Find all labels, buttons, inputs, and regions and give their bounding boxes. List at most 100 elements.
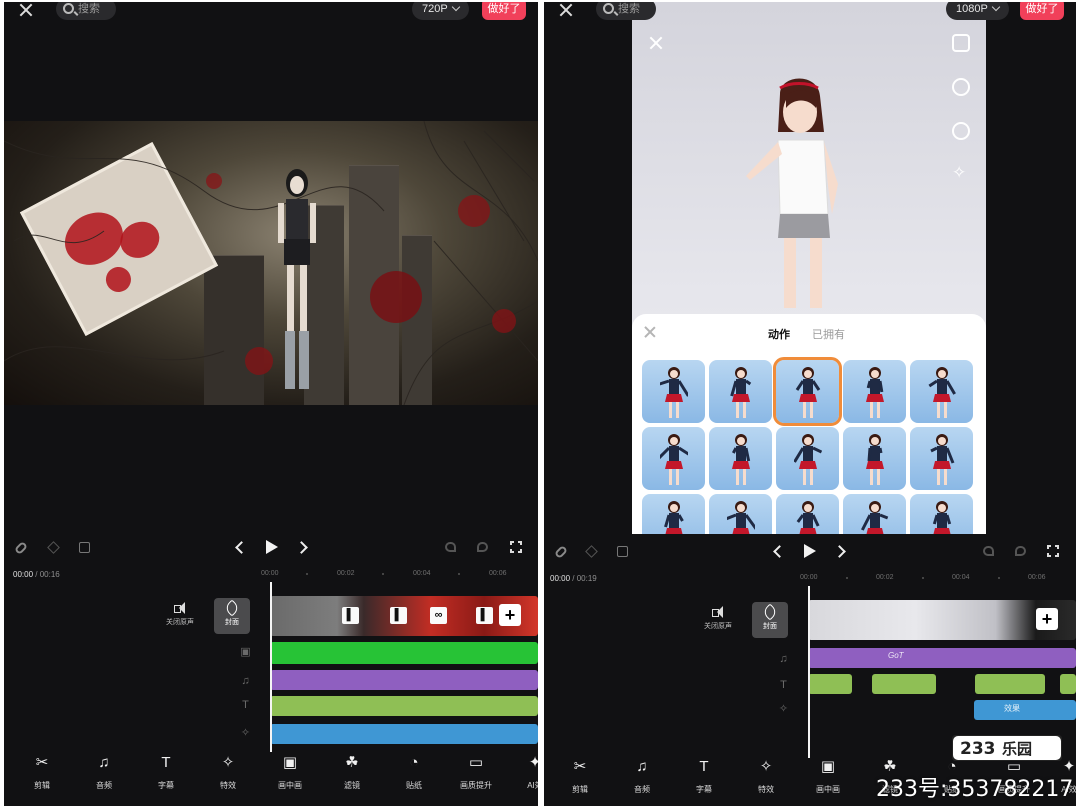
motion-thumbnail[interactable] <box>910 427 973 490</box>
effect-track-icon: ✧ <box>778 703 789 715</box>
motion-thumbnail[interactable] <box>709 360 772 423</box>
text-icon: T <box>699 758 709 775</box>
tool-ai[interactable]: ✦ AI效 <box>510 754 538 791</box>
search-button[interactable]: 搜索 <box>596 2 656 20</box>
text-clip[interactable] <box>975 674 1045 694</box>
tool-quality[interactable]: ▭ 画质提升 <box>451 754 501 791</box>
audio-clip[interactable]: GoT <box>808 648 1076 668</box>
search-button[interactable]: 搜索 <box>56 2 116 20</box>
tool-audio[interactable]: ♫ 音频 <box>79 754 129 791</box>
motion-thumbnail[interactable] <box>709 494 772 534</box>
keyframe-icon[interactable] <box>47 541 60 554</box>
cover-button[interactable]: 封面 <box>752 602 788 638</box>
tool-pip[interactable]: ▣ 画中画 <box>265 754 315 791</box>
close-icon[interactable] <box>558 2 574 18</box>
tool-effects[interactable]: ✧ 特效 <box>203 754 253 791</box>
tool-edit[interactable]: ✂ 剪辑 <box>555 758 605 795</box>
tool-edit[interactable]: ✂ 剪辑 <box>17 754 67 791</box>
effect-clip[interactable]: 效果 <box>974 700 1076 720</box>
undo-icon[interactable] <box>983 546 994 556</box>
motion-thumbnail[interactable] <box>776 494 839 534</box>
tab-owned[interactable]: 已拥有 <box>812 326 845 342</box>
fullscreen-icon[interactable] <box>1046 544 1060 558</box>
edit-icon[interactable] <box>617 546 628 557</box>
mute-original-button[interactable]: 关闭原声 <box>162 602 198 627</box>
motion-thumbnail[interactable] <box>642 427 705 490</box>
top-bar: 搜索 1080P 做好了 <box>544 2 1076 22</box>
transition-marker[interactable]: ▌ <box>476 607 493 624</box>
redo-icon[interactable] <box>477 542 488 552</box>
undo-icon[interactable] <box>445 542 456 552</box>
motion-thumbnail[interactable] <box>776 427 839 490</box>
redo-icon[interactable] <box>1015 546 1026 556</box>
link-icon[interactable] <box>553 544 569 560</box>
motion-thumbnail[interactable] <box>910 494 973 534</box>
link-icon[interactable] <box>13 540 29 556</box>
motion-thumbnail[interactable] <box>642 360 705 423</box>
video-clip[interactable]: ▌ ▌ ∞ ▌ <box>270 596 538 636</box>
current-time: 00:00 <box>550 574 571 583</box>
playhead[interactable] <box>270 582 272 752</box>
mute-original-button[interactable]: 关闭原声 <box>700 606 736 631</box>
motion-thumbnail[interactable] <box>843 360 906 423</box>
resolution-dropdown[interactable]: 720P <box>412 2 469 20</box>
dancer-pose-image <box>796 501 820 534</box>
text-clip[interactable] <box>872 674 936 694</box>
effect-clip[interactable] <box>270 724 538 744</box>
background-icon[interactable] <box>952 34 970 52</box>
playhead[interactable] <box>808 586 810 758</box>
audio-clip[interactable] <box>270 670 538 690</box>
pip-clip[interactable] <box>270 642 538 664</box>
export-button[interactable]: 做好了 <box>482 2 526 20</box>
transition-marker[interactable]: ▌ <box>342 607 359 624</box>
fullscreen-icon[interactable] <box>509 540 523 554</box>
tool-text[interactable]: T 字幕 <box>141 754 191 791</box>
close-icon[interactable] <box>18 2 34 18</box>
avatar-icon[interactable] <box>952 78 970 96</box>
previous-icon[interactable] <box>235 541 248 554</box>
tab-motion[interactable]: 动作 <box>768 326 790 342</box>
next-icon[interactable] <box>295 541 308 554</box>
dancer-pose-image <box>664 501 684 534</box>
transition-marker[interactable]: ∞ <box>430 607 447 624</box>
previous-icon[interactable] <box>773 545 786 558</box>
text-clip[interactable] <box>808 674 852 694</box>
export-button[interactable]: 做好了 <box>1020 2 1064 20</box>
player-controls <box>4 540 538 564</box>
adjust-icon[interactable] <box>952 122 970 140</box>
add-clip-button[interactable]: + <box>1036 608 1058 630</box>
tool-label: 特效 <box>758 785 774 794</box>
add-clip-button[interactable]: + <box>499 604 521 626</box>
close-icon[interactable] <box>649 36 663 50</box>
cover-button[interactable]: 封面 <box>214 598 250 634</box>
text-clip[interactable] <box>270 696 538 716</box>
motion-thumbnail[interactable] <box>910 360 973 423</box>
keyframe-icon[interactable] <box>585 545 598 558</box>
play-icon[interactable] <box>266 540 278 554</box>
text-clip[interactable] <box>1060 674 1076 694</box>
motion-thumbnail[interactable] <box>773 357 842 426</box>
next-icon[interactable] <box>833 545 846 558</box>
tool-effects[interactable]: ✧ 特效 <box>741 758 791 795</box>
motion-thumbnail[interactable] <box>843 494 906 534</box>
transition-marker[interactable]: ▌ <box>390 607 407 624</box>
close-icon[interactable] <box>644 326 656 338</box>
tool-sticker[interactable]: ◔ 贴纸 <box>389 754 439 791</box>
ruler-tick: 00:06 <box>1028 574 1046 581</box>
edit-icon[interactable] <box>79 542 90 553</box>
motion-thumbnail[interactable] <box>843 427 906 490</box>
svg-text:233: 233 <box>960 739 996 759</box>
motion-thumbnail[interactable] <box>642 494 705 534</box>
tool-text[interactable]: T 字幕 <box>679 758 729 795</box>
tool-filter[interactable]: ☘ 滤镜 <box>327 754 377 791</box>
music-icon: ♫ <box>98 754 110 771</box>
sparkle-icon[interactable]: ✧ <box>952 164 970 182</box>
pencil-icon <box>761 603 779 621</box>
tool-audio[interactable]: ♫ 音频 <box>617 758 667 795</box>
play-icon[interactable] <box>804 544 816 558</box>
resolution-dropdown[interactable]: 1080P <box>946 2 1009 20</box>
video-preview[interactable] <box>4 121 538 405</box>
tool-pip[interactable]: ▣ 画中画 <box>803 758 853 795</box>
video-preview[interactable]: ✧ 动作 已拥有 <box>632 2 986 534</box>
motion-thumbnail[interactable] <box>709 427 772 490</box>
